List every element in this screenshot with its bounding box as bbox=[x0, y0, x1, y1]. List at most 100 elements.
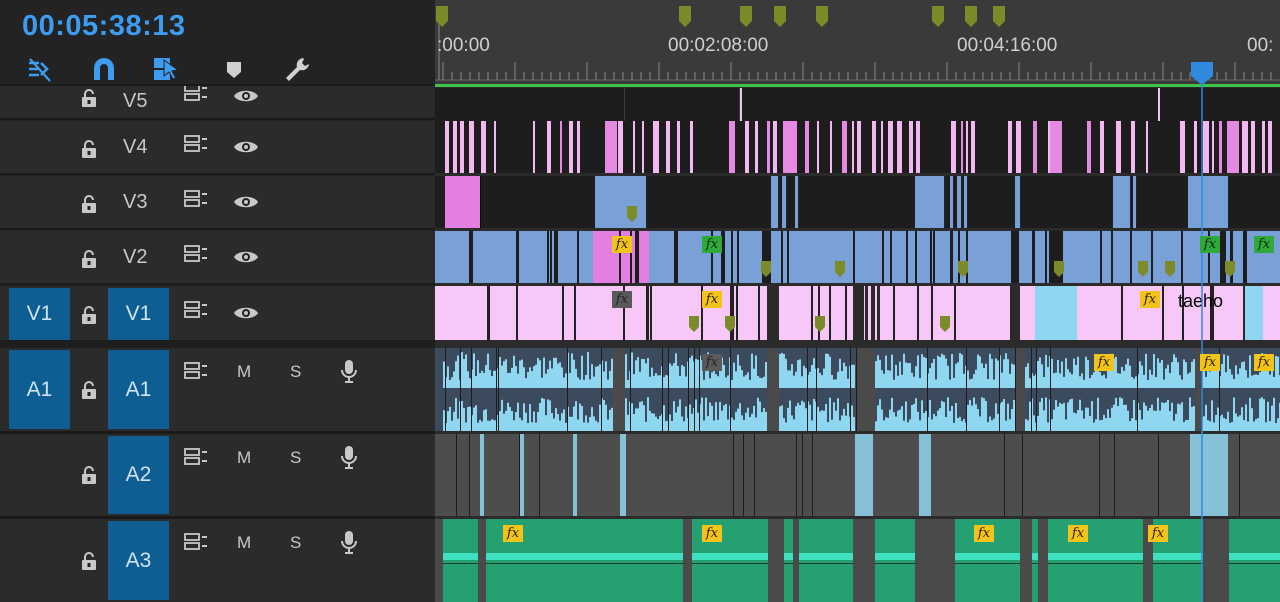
clip[interactable] bbox=[872, 121, 876, 173]
clip[interactable] bbox=[1227, 121, 1239, 173]
sync-lock-icon[interactable] bbox=[183, 361, 209, 381]
fx-effect-icon[interactable]: fx bbox=[1200, 354, 1220, 371]
clip[interactable] bbox=[830, 121, 832, 173]
source-patch-a1[interactable]: A1 bbox=[9, 350, 70, 429]
clip[interactable] bbox=[1146, 121, 1148, 173]
clip[interactable] bbox=[650, 88, 740, 121]
sequence-marker[interactable] bbox=[992, 6, 1006, 28]
clip[interactable] bbox=[1225, 176, 1229, 228]
clip[interactable] bbox=[1008, 121, 1012, 173]
snap-magnet-button[interactable] bbox=[87, 54, 121, 86]
clip[interactable] bbox=[1180, 121, 1185, 173]
track-target-a1[interactable]: A1 bbox=[108, 350, 169, 429]
clip[interactable] bbox=[1059, 286, 1077, 340]
clip[interactable] bbox=[897, 121, 902, 173]
track-target-v1[interactable]: V1 bbox=[108, 288, 169, 340]
solo-button[interactable]: S bbox=[290, 533, 301, 553]
clip[interactable] bbox=[620, 434, 626, 516]
track-name-v3[interactable]: V3 bbox=[123, 191, 147, 214]
clip[interactable] bbox=[480, 434, 484, 516]
clip[interactable] bbox=[773, 121, 777, 173]
clip[interactable] bbox=[677, 121, 680, 173]
sync-lock-icon[interactable] bbox=[183, 83, 209, 103]
sequence-marker[interactable] bbox=[435, 6, 449, 28]
nest-sequence-button[interactable] bbox=[23, 54, 57, 86]
eye-icon[interactable] bbox=[232, 137, 260, 157]
clip[interactable] bbox=[577, 121, 580, 173]
clip[interactable] bbox=[595, 176, 647, 228]
clip[interactable] bbox=[560, 121, 562, 173]
fx-effect-icon[interactable]: fx bbox=[503, 525, 523, 542]
track-target-a3[interactable]: A3 bbox=[108, 521, 169, 600]
clip[interactable] bbox=[964, 176, 968, 228]
clip[interactable] bbox=[915, 176, 945, 228]
clip[interactable] bbox=[481, 121, 486, 173]
clip[interactable] bbox=[1016, 121, 1021, 173]
clip[interactable] bbox=[569, 121, 573, 173]
eye-icon[interactable] bbox=[232, 247, 260, 267]
sync-lock-icon[interactable] bbox=[183, 300, 209, 320]
clip[interactable] bbox=[1133, 176, 1137, 228]
clip[interactable] bbox=[1113, 176, 1131, 228]
fx-effect-icon[interactable]: fx bbox=[702, 354, 722, 371]
source-patch-v1[interactable]: V1 bbox=[9, 288, 70, 340]
clip[interactable] bbox=[961, 121, 963, 173]
lock-icon[interactable] bbox=[80, 194, 98, 214]
clip[interactable] bbox=[633, 121, 635, 173]
sequence-marker[interactable] bbox=[739, 6, 753, 28]
eye-icon[interactable] bbox=[232, 86, 260, 106]
clip[interactable] bbox=[950, 176, 954, 228]
lock-icon[interactable] bbox=[80, 139, 98, 159]
fx-effect-icon[interactable]: fx bbox=[1068, 525, 1088, 542]
clip[interactable] bbox=[966, 121, 968, 173]
sequence-marker[interactable] bbox=[678, 6, 692, 28]
sequence-marker[interactable] bbox=[773, 6, 787, 28]
clip[interactable] bbox=[951, 121, 956, 173]
mute-button[interactable]: M bbox=[237, 362, 251, 382]
clip[interactable] bbox=[547, 121, 551, 173]
eye-icon[interactable] bbox=[232, 303, 260, 323]
clip[interactable] bbox=[1262, 121, 1265, 173]
sync-lock-icon[interactable] bbox=[183, 447, 209, 467]
clip[interactable] bbox=[445, 121, 449, 173]
clip[interactable] bbox=[1131, 121, 1135, 173]
clip[interactable] bbox=[771, 176, 779, 228]
playhead[interactable] bbox=[1190, 62, 1214, 602]
clip[interactable] bbox=[957, 176, 962, 228]
clip[interactable] bbox=[852, 121, 854, 173]
microphone-icon[interactable] bbox=[339, 529, 359, 555]
fx-effect-icon[interactable]: fx bbox=[1254, 236, 1274, 253]
lock-icon[interactable] bbox=[80, 551, 98, 571]
solo-button[interactable]: S bbox=[290, 362, 301, 382]
sync-lock-icon[interactable] bbox=[183, 134, 209, 154]
clip[interactable] bbox=[1219, 121, 1222, 173]
clip[interactable] bbox=[783, 121, 797, 173]
fx-effect-icon[interactable]: fx bbox=[1148, 525, 1168, 542]
linked-selection-button[interactable] bbox=[152, 54, 186, 86]
mute-button[interactable]: M bbox=[237, 448, 251, 468]
fx-effect-icon[interactable]: fx bbox=[702, 525, 722, 542]
clip[interactable] bbox=[1268, 121, 1272, 173]
clip[interactable] bbox=[494, 121, 496, 173]
clip[interactable] bbox=[666, 121, 670, 173]
add-marker-button[interactable] bbox=[217, 54, 251, 86]
lock-icon[interactable] bbox=[80, 249, 98, 269]
clip[interactable] bbox=[881, 121, 883, 173]
fx-effect-icon[interactable]: fx bbox=[974, 525, 994, 542]
fx-effect-icon[interactable]: fx bbox=[612, 236, 632, 253]
fx-effect-icon[interactable]: fx bbox=[1254, 354, 1274, 371]
sync-lock-icon[interactable] bbox=[183, 189, 209, 209]
fx-effect-icon[interactable]: fx bbox=[1094, 354, 1114, 371]
mute-button[interactable]: M bbox=[237, 533, 251, 553]
clip[interactable] bbox=[453, 121, 457, 173]
clip[interactable] bbox=[1245, 286, 1263, 340]
clip[interactable] bbox=[971, 121, 975, 173]
clip[interactable] bbox=[745, 121, 749, 173]
clip[interactable] bbox=[767, 121, 770, 173]
clip[interactable] bbox=[916, 121, 920, 173]
clip[interactable] bbox=[1100, 121, 1104, 173]
sync-lock-icon[interactable] bbox=[183, 244, 209, 264]
clip[interactable] bbox=[1251, 121, 1255, 173]
sync-lock-icon[interactable] bbox=[183, 532, 209, 552]
lock-icon[interactable] bbox=[80, 88, 98, 108]
